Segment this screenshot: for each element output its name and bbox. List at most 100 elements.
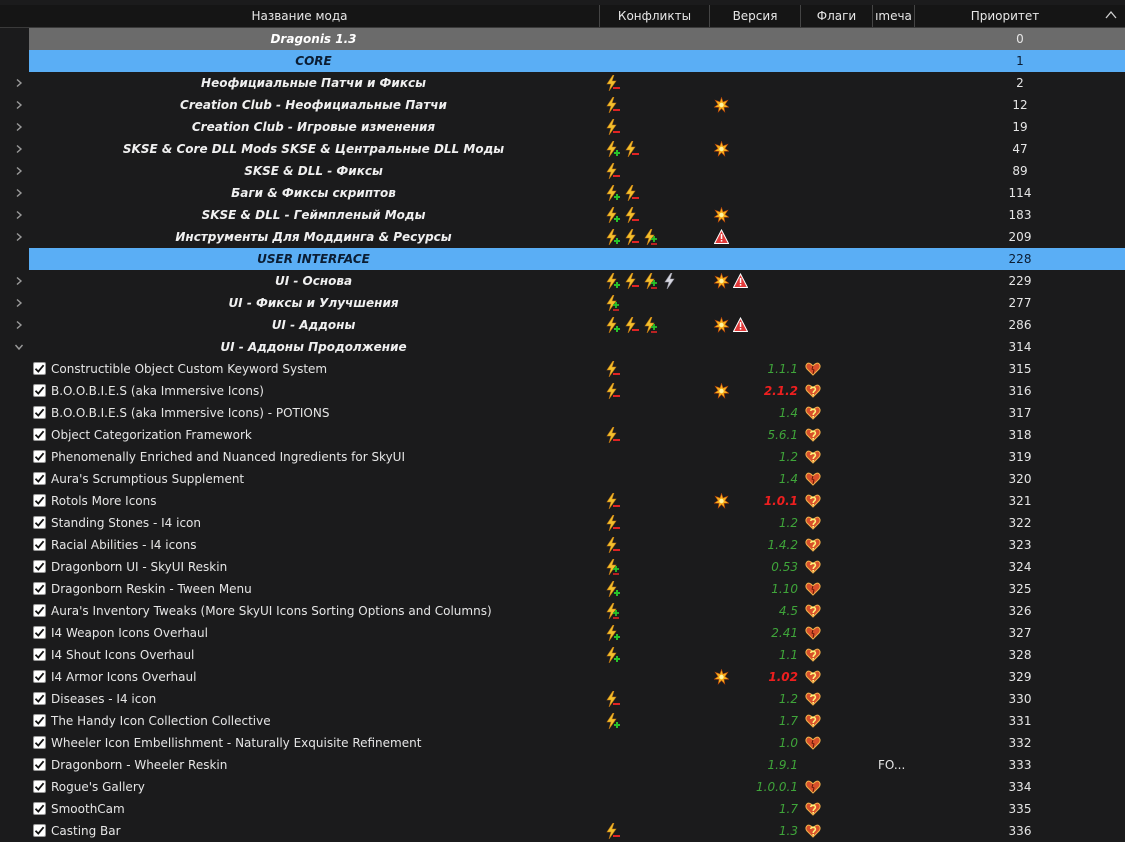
group-row[interactable]: Creation Club - Игровые изменения 19 [0,116,1125,138]
enable-checkbox[interactable] [33,714,46,727]
question-heart-icon[interactable] [805,427,821,443]
mod-row[interactable]: Standing Stones - I4 icon 1.2 322 [0,512,1125,534]
header-name[interactable]: Название мода [0,5,600,27]
conflict-mixed-icon[interactable] [643,272,658,290]
conflict-overwrite-icon[interactable] [605,712,620,730]
chevron-right-icon[interactable] [14,298,24,308]
star-flag-icon[interactable] [713,140,730,157]
chevron-right-icon[interactable] [14,100,24,110]
chevron-right-icon[interactable] [14,210,24,220]
conflict-overwritten-icon[interactable] [624,316,639,334]
enable-checkbox[interactable] [33,670,46,683]
group-row[interactable]: SKSE & DLL - Фиксы 89 [0,160,1125,182]
chevron-down-icon[interactable] [14,342,24,352]
enable-checkbox[interactable] [33,780,46,793]
conflict-overwrite-icon[interactable] [605,184,620,202]
mod-row[interactable]: Rogue's Gallery 1.0.0.1 334 [0,776,1125,798]
enable-checkbox[interactable] [33,758,46,771]
question-heart-icon[interactable] [805,405,821,421]
mod-row[interactable]: Dragonborn Reskin - Tween Menu 1.10 325 [0,578,1125,600]
heart-icon[interactable] [805,779,821,795]
separator-row[interactable]: Dragonis 1.3 0 [0,28,1125,50]
header-flags[interactable]: Флаги [801,5,873,27]
enable-checkbox[interactable] [33,560,46,573]
conflict-overwrite-icon[interactable] [605,228,620,246]
header-version[interactable]: Версия [710,5,801,27]
question-heart-icon[interactable] [805,801,821,817]
mod-row[interactable]: SmoothCam 1.7 335 [0,798,1125,820]
enable-checkbox[interactable] [33,626,46,639]
enable-checkbox[interactable] [33,516,46,529]
group-row[interactable]: Creation Club - Неофициальные Патчи 12 [0,94,1125,116]
enable-checkbox[interactable] [33,604,46,617]
enable-checkbox[interactable] [33,406,46,419]
question-heart-icon[interactable] [805,823,821,839]
conflict-overwrite-icon[interactable] [605,140,620,158]
conflict-overwritten-icon[interactable] [605,822,620,840]
chevron-right-icon[interactable] [14,78,24,88]
group-row[interactable]: UI - Основа 229 [0,270,1125,292]
conflict-overwritten-icon[interactable] [605,382,620,400]
conflict-overwritten-icon[interactable] [605,690,620,708]
conflict-overwritten-icon[interactable] [605,74,620,92]
heart-icon[interactable] [805,361,821,377]
enable-checkbox[interactable] [33,736,46,749]
mod-row[interactable]: Diseases - I4 icon 1.2 330 [0,688,1125,710]
mod-row[interactable]: Rotols More Icons 1.0.1 321 [0,490,1125,512]
star-flag-icon[interactable] [713,272,730,289]
conflict-overwritten-icon[interactable] [624,272,639,290]
enable-checkbox[interactable] [33,692,46,705]
header-category[interactable]: ımeча [873,5,915,27]
chevron-right-icon[interactable] [14,144,24,154]
group-row[interactable]: Баги & Фиксы скриптов 114 [0,182,1125,204]
mod-row[interactable]: Dragonborn UI - SkyUI Reskin 0.53 324 [0,556,1125,578]
mod-row[interactable]: Phenomenally Enriched and Nuanced Ingred… [0,446,1125,468]
sort-ascending-icon[interactable] [1105,9,1117,21]
conflict-overwritten-icon[interactable] [624,228,639,246]
conflict-overwritten-icon[interactable] [605,426,620,444]
heart-icon[interactable] [805,625,821,641]
group-row[interactable]: UI - Аддоны Продолжение 314 [0,336,1125,358]
question-heart-icon[interactable] [805,493,821,509]
conflict-redundant-icon[interactable] [662,272,677,290]
question-heart-icon[interactable] [805,669,821,685]
enable-checkbox[interactable] [33,538,46,551]
header-priority[interactable]: Приоритет [915,5,1095,27]
conflict-mixed-icon[interactable] [643,316,658,334]
question-heart-icon[interactable] [805,647,821,663]
question-heart-icon[interactable] [805,383,821,399]
enable-checkbox[interactable] [33,582,46,595]
group-row[interactable]: SKSE & DLL - Геймпленый Моды 183 [0,204,1125,226]
heart-icon[interactable] [805,735,821,751]
chevron-right-icon[interactable] [14,122,24,132]
mod-row[interactable]: Aura's Inventory Tweaks (More SkyUI Icon… [0,600,1125,622]
conflict-overwritten-icon[interactable] [624,140,639,158]
chevron-right-icon[interactable] [14,188,24,198]
enable-checkbox[interactable] [33,472,46,485]
mod-row[interactable]: I4 Shout Icons Overhaul 1.1 328 [0,644,1125,666]
mod-row[interactable]: Racial Abilities - I4 icons 1.4.2 323 [0,534,1125,556]
conflict-overwritten-icon[interactable] [605,96,620,114]
group-row[interactable]: Неофициальные Патчи и Фиксы 2 [0,72,1125,94]
mod-row[interactable]: I4 Weapon Icons Overhaul 2.41 327 [0,622,1125,644]
conflict-overwritten-icon[interactable] [605,118,620,136]
mod-row[interactable]: Wheeler Icon Embellishment - Naturally E… [0,732,1125,754]
mod-row[interactable]: B.O.O.B.I.E.S (aka Immersive Icons) - PO… [0,402,1125,424]
question-heart-icon[interactable] [805,449,821,465]
warning-flag-icon[interactable] [732,272,749,289]
question-heart-icon[interactable] [805,603,821,619]
warning-flag-icon[interactable] [732,316,749,333]
heart-icon[interactable] [805,471,821,487]
chevron-right-icon[interactable] [14,232,24,242]
chevron-right-icon[interactable] [14,166,24,176]
conflict-overwrite-icon[interactable] [605,580,620,598]
group-row[interactable]: Инструменты Для Моддинга & Ресурсы 209 [0,226,1125,248]
conflict-overwrite-icon[interactable] [605,272,620,290]
conflict-overwrite-icon[interactable] [605,646,620,664]
conflict-overwritten-icon[interactable] [624,184,639,202]
conflict-mixed-icon[interactable] [605,602,620,620]
enable-checkbox[interactable] [33,494,46,507]
conflict-overwritten-icon[interactable] [605,536,620,554]
star-flag-icon[interactable] [713,206,730,223]
enable-checkbox[interactable] [33,450,46,463]
